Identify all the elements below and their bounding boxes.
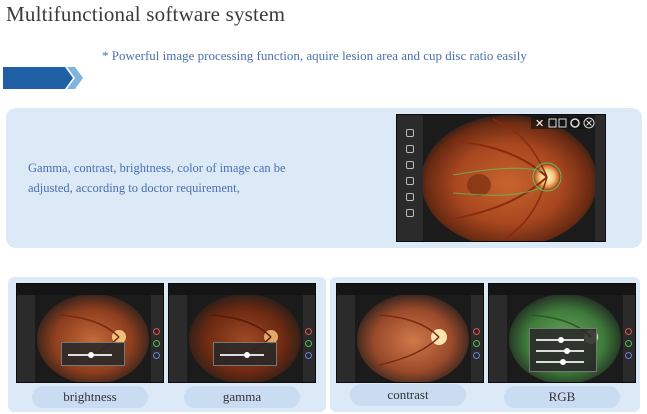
red-channel-icon[interactable] <box>153 328 160 335</box>
svg-text:✕: ✕ <box>535 117 544 130</box>
zoom-icon[interactable] <box>406 129 414 137</box>
gauge-icon[interactable] <box>406 177 414 185</box>
caption-contrast: contrast <box>350 384 466 406</box>
green-channel-icon[interactable] <box>625 340 632 347</box>
rgb-adjust-dialog[interactable] <box>529 328 597 372</box>
rotate-icon[interactable] <box>406 145 414 153</box>
feature-description: Gamma, contrast, brightness, color of im… <box>28 161 286 195</box>
tagline: * Powerful image processing function, aq… <box>102 48 527 63</box>
red-channel-icon[interactable] <box>625 328 632 335</box>
gamma-adjust-dialog[interactable] <box>213 342 277 366</box>
caption-gamma: gamma <box>184 386 300 408</box>
green-channel-icon[interactable] <box>305 340 312 347</box>
screenshot-contrast <box>336 283 484 383</box>
fundus-image: ✕ <box>423 115 595 241</box>
blue-channel-icon[interactable] <box>473 352 480 359</box>
caption-brightness: brightness <box>32 386 148 408</box>
caption-rgb: RGB <box>504 386 620 408</box>
screenshot-gamma <box>168 283 316 383</box>
page-title: Multifunctional software system <box>6 2 286 26</box>
brightness-adjust-dialog[interactable] <box>61 342 125 366</box>
red-channel-icon[interactable] <box>305 328 312 335</box>
grid-icon[interactable] <box>406 193 414 201</box>
screenshot-brightness <box>16 283 164 383</box>
red-channel-icon[interactable] <box>473 328 480 335</box>
measure-icon[interactable] <box>406 209 414 217</box>
large-fundus-screenshot: ✕ <box>396 114 606 242</box>
blue-channel-icon[interactable] <box>153 352 160 359</box>
arrow-bar-decoration <box>3 67 83 89</box>
blue-channel-icon[interactable] <box>305 352 312 359</box>
green-channel-icon[interactable] <box>153 340 160 347</box>
adjust-icon[interactable] <box>406 161 414 169</box>
close-icon[interactable] <box>583 117 595 129</box>
green-channel-icon[interactable] <box>473 340 480 347</box>
screenshot-rgb <box>488 283 636 383</box>
blue-channel-icon[interactable] <box>625 352 632 359</box>
